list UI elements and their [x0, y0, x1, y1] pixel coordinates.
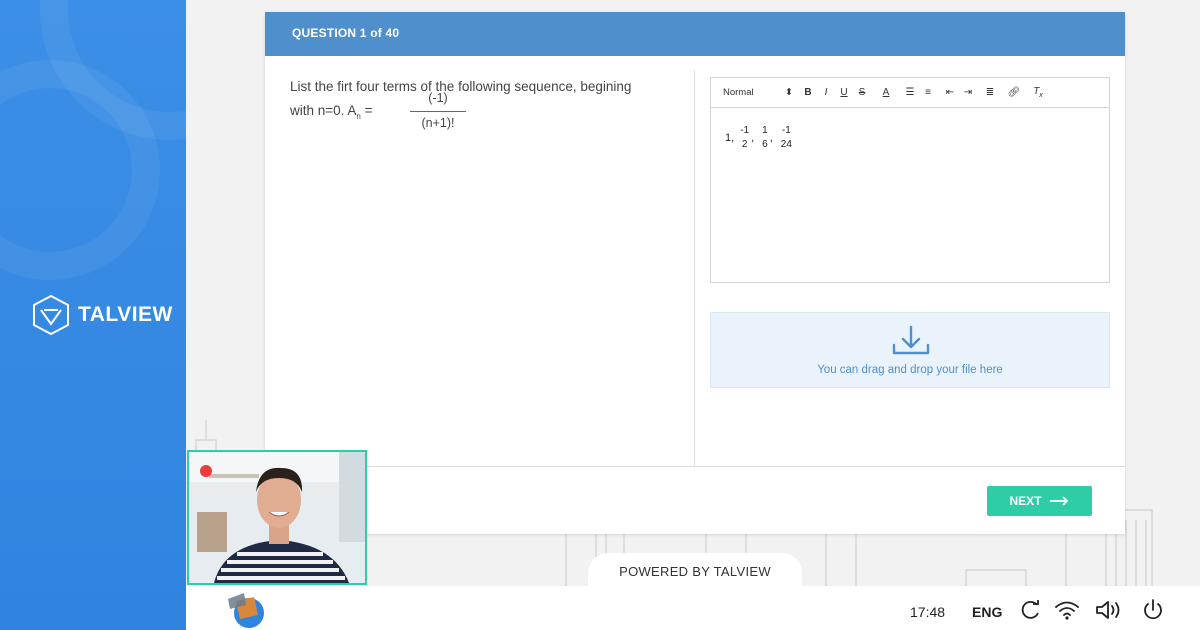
question-card: QUESTION 1 of 40 List the firt four term… — [265, 12, 1125, 534]
power-icon[interactable] — [1142, 599, 1164, 621]
formula-fraction: (-1) (n+1)! — [410, 91, 466, 130]
file-drop-zone[interactable]: You can drag and drop your file here — [710, 312, 1110, 388]
formula-equals: = — [364, 103, 373, 118]
term-numerator: 1 — [762, 125, 768, 136]
answer-term: -1 24 — [781, 124, 792, 152]
outdent-icon[interactable]: ⇤ — [943, 84, 957, 102]
term-numerator: -1 — [740, 125, 750, 136]
webcam-preview — [187, 450, 367, 585]
bullet-list-icon[interactable]: ≡ — [921, 84, 935, 102]
link-icon[interactable]: 🔗︎ — [1007, 84, 1021, 102]
volume-icon[interactable] — [1094, 599, 1124, 621]
refresh-icon[interactable] — [1020, 599, 1042, 621]
format-select-value: Normal — [723, 87, 754, 98]
drop-zone-text: You can drag and drop your file here — [817, 364, 1003, 376]
format-select[interactable]: Normal ⬍ — [723, 84, 793, 102]
brand-name: TALVIEW — [78, 303, 173, 326]
recording-indicator — [200, 465, 212, 477]
download-icon — [892, 325, 930, 355]
clear-format-icon[interactable]: Tx — [1031, 84, 1045, 102]
ordered-list-icon[interactable]: ☰ — [903, 84, 917, 102]
question-formula: with n=0. An = (-1) (n+1)! — [290, 91, 466, 130]
underline-icon[interactable]: U — [837, 84, 851, 102]
language-indicator[interactable]: ENG — [972, 604, 1002, 620]
select-arrows-icon: ⬍ — [785, 87, 793, 98]
term-denominator: 2 — [741, 139, 748, 150]
arrow-right-icon — [1049, 496, 1068, 506]
talview-logo: TALVIEW — [32, 294, 173, 336]
formula-denominator: (n+1)! — [421, 116, 455, 130]
question-text: List the firt four terms of the followin… — [290, 79, 632, 94]
app-launcher-icon[interactable] — [222, 591, 268, 629]
talview-hex-icon — [33, 294, 69, 336]
term-separator: , — [751, 132, 755, 144]
brand-sidebar: TALVIEW — [0, 0, 186, 630]
next-button[interactable]: NEXT — [987, 486, 1092, 516]
column-divider — [694, 70, 695, 466]
clock: 17:48 — [910, 604, 946, 620]
system-taskbar: 17:48 ENG — [186, 586, 1200, 630]
term-numerator: -1 — [781, 125, 791, 136]
footer-divider — [265, 466, 1125, 467]
next-label: NEXT — [1009, 494, 1042, 508]
formula-numerator: (-1) — [428, 91, 448, 105]
italic-icon[interactable]: I — [819, 84, 833, 102]
indent-icon[interactable]: ⇥ — [961, 84, 975, 102]
formula-prefix: with n=0. A — [290, 103, 357, 118]
strike-icon[interactable]: S — [855, 84, 869, 102]
formula-subscript: n — [356, 112, 361, 121]
align-icon[interactable]: ≣ — [983, 84, 997, 102]
candidate-video — [189, 452, 365, 583]
answer-term: -1 2 — [740, 124, 749, 152]
term-separator: , — [769, 132, 773, 144]
wifi-icon[interactable] — [1054, 599, 1080, 621]
editor-toolbar: Normal ⬍ B I U S A ☰ ≡ ⇤ ⇥ ≣ 🔗︎ Tx — [711, 78, 1109, 108]
term-denominator: 6 — [762, 139, 768, 150]
answer-content: 1, -1 2 , 1 6 , -1 24 — [725, 124, 794, 152]
bold-icon[interactable]: B — [801, 84, 815, 102]
answer-first-term: 1, — [725, 132, 735, 144]
answer-term: 1 6 — [762, 124, 768, 152]
term-denominator: 24 — [780, 139, 792, 150]
answer-editor[interactable]: Normal ⬍ B I U S A ☰ ≡ ⇤ ⇥ ≣ 🔗︎ Tx 1, -1… — [710, 77, 1110, 283]
question-counter: QUESTION 1 of 40 — [265, 12, 1125, 56]
text-color-icon[interactable]: A — [879, 84, 893, 102]
fraction-bar — [410, 111, 466, 112]
